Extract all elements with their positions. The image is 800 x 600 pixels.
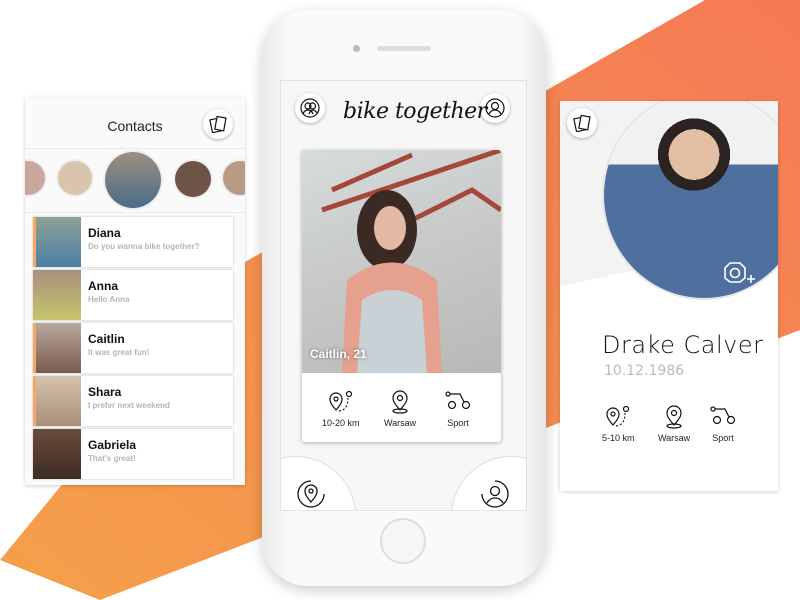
type-info: Sport: [445, 390, 471, 428]
location-button[interactable]: [295, 478, 327, 510]
distance-label: 5-10 km: [602, 433, 635, 443]
location-pin-icon: [666, 405, 682, 429]
user-button[interactable]: [479, 478, 511, 510]
photo-scene: [321, 150, 501, 373]
contact-row-anna[interactable]: Anna Hello Anna: [33, 270, 233, 320]
speaker: [377, 46, 431, 51]
contact-photo: [33, 429, 81, 479]
front-camera: [353, 45, 360, 52]
profile-screen: Drake Calver 10.12.1986 5-10 km Warsaw S…: [560, 101, 778, 491]
card-caption: Caitlin, 21: [310, 347, 367, 361]
add-photo-button[interactable]: [722, 259, 756, 291]
contact-name: Gabriela: [88, 438, 137, 452]
distance-label: 10-20 km: [322, 418, 360, 428]
cards-icon: [573, 114, 591, 132]
contacts-avatar-strip[interactable]: [25, 149, 245, 213]
add-photo-icon: [724, 262, 755, 283]
cards-button[interactable]: [203, 109, 233, 139]
location-icon: [297, 480, 325, 508]
contact-photo: [33, 270, 81, 320]
route-icon: [710, 406, 736, 425]
distance-info: 10-20 km: [322, 390, 360, 428]
contact-name: Shara: [88, 385, 122, 399]
route-icon: [445, 391, 471, 410]
friends-icon: [300, 98, 320, 118]
cards-button[interactable]: [567, 108, 597, 138]
contact-message: I prefer next weekend: [88, 401, 170, 410]
contact-name: Caitlin: [88, 332, 125, 346]
discover-screen: bike together Caitlin, 21 10-20 km Warsa…: [280, 80, 527, 511]
user-birthdate: 10.12.1986: [604, 363, 685, 379]
contact-row-diana[interactable]: Diana Do you wanna bike together?: [33, 217, 233, 267]
contact-row-caitlin[interactable]: Caitlin It was great fun!: [33, 323, 233, 373]
contact-name: Anna: [88, 279, 118, 293]
contacts-screen: Contacts Diana Do you wanna bike together…: [25, 97, 245, 485]
profile-icon: [485, 98, 505, 118]
city-label: Warsaw: [384, 418, 417, 428]
distance-info: 5-10 km: [602, 405, 635, 443]
contact-name: Diana: [88, 226, 121, 240]
cards-icon: [209, 115, 227, 133]
type-label: Sport: [712, 433, 734, 443]
distance-icon: [329, 390, 352, 412]
avatar[interactable]: [175, 161, 211, 197]
home-button[interactable]: [380, 518, 426, 564]
contacts-title: Contacts: [107, 118, 163, 134]
profile-card[interactable]: Caitlin, 21 10-20 km Warsaw Sport: [302, 150, 501, 442]
type-label: Sport: [447, 418, 469, 428]
profile-photo: [302, 150, 501, 373]
contact-message: Do you wanna bike together?: [88, 242, 200, 251]
contact-row-gabriela[interactable]: Gabriela That's great!: [33, 429, 233, 479]
avatar-selected[interactable]: [105, 152, 161, 208]
city-info: Warsaw: [384, 390, 416, 428]
user-name: Drake Calver: [602, 331, 764, 359]
contact-photo: [33, 376, 81, 426]
user-icon: [481, 480, 509, 508]
avatar[interactable]: [223, 161, 245, 195]
distance-icon: [606, 405, 630, 427]
contact-message: Hello Anna: [88, 295, 130, 304]
city-info: Warsaw: [658, 405, 690, 443]
city-label: Warsaw: [658, 433, 691, 443]
avatar[interactable]: [58, 161, 92, 195]
contacts-header: Contacts: [25, 97, 245, 149]
avatar[interactable]: [25, 161, 45, 195]
app-logo: bike together: [343, 99, 487, 124]
contact-row-shara[interactable]: Shara I prefer next weekend: [33, 376, 233, 426]
location-pin-icon: [392, 390, 408, 414]
contact-message: It was great fun!: [88, 348, 150, 357]
contact-message: That's great!: [88, 454, 136, 463]
type-info: Sport: [710, 405, 736, 443]
contact-photo: [33, 217, 81, 267]
contact-photo: [33, 323, 81, 373]
friends-button[interactable]: [295, 93, 325, 123]
